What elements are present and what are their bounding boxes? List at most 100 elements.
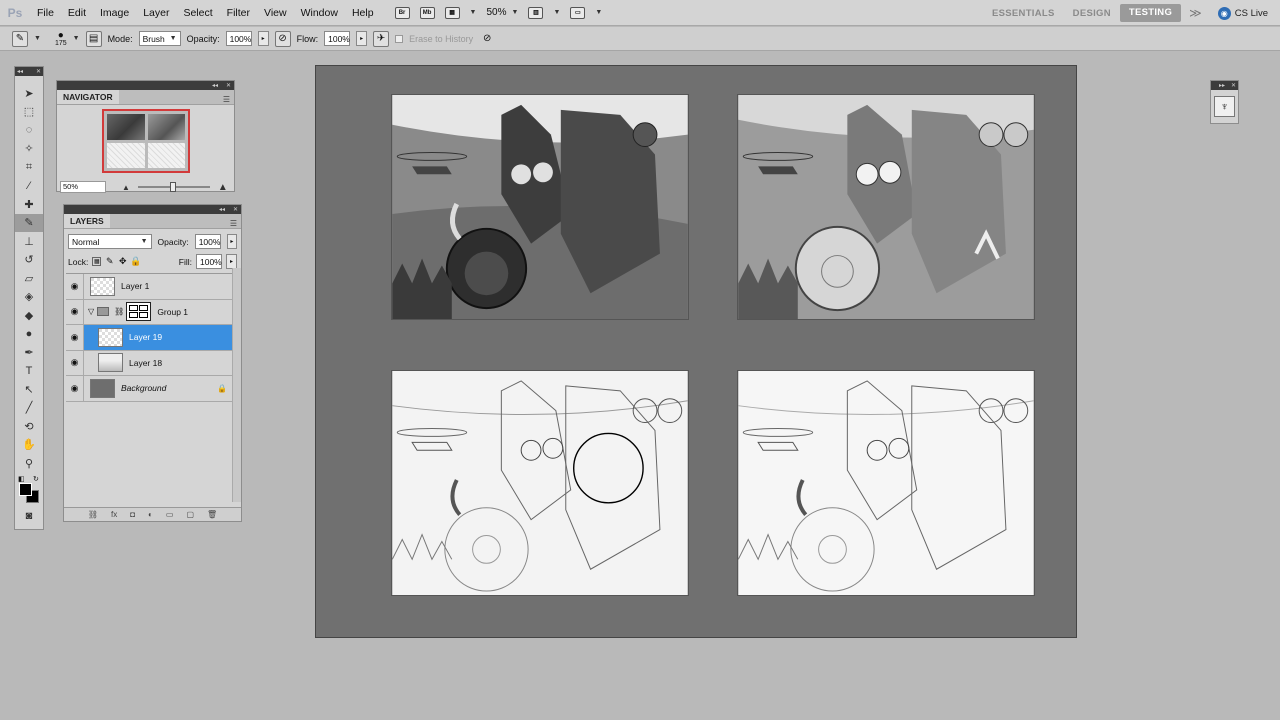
- layer-row-layer-1[interactable]: ◉ Layer 1: [66, 274, 239, 300]
- blend-mode-dropdown[interactable]: Normal ▼: [68, 234, 152, 249]
- navigator-tab[interactable]: NAVIGATOR: [57, 90, 119, 104]
- panel-menu-icon[interactable]: ☰: [230, 219, 241, 228]
- slider-handle[interactable]: [169, 182, 176, 192]
- layers-tab[interactable]: LAYERS: [64, 214, 110, 228]
- menu-filter[interactable]: Filter: [220, 7, 257, 19]
- screen-mode-icon[interactable]: ▭: [570, 6, 586, 19]
- zoom-in-icon[interactable]: ▲: [218, 182, 228, 193]
- collapsed-panel-header[interactable]: ▸▸ ✕: [1211, 81, 1238, 90]
- more-workspaces-icon[interactable]: ≫: [1181, 6, 1210, 20]
- workspace-design[interactable]: DESIGN: [1064, 8, 1120, 19]
- erase-to-history-checkbox[interactable]: [395, 34, 404, 43]
- quick-mask-icon[interactable]: ◙: [15, 507, 43, 526]
- history-brush-icon[interactable]: ♆: [1214, 96, 1235, 117]
- eraser-tool-icon[interactable]: ▱: [15, 269, 43, 288]
- view-extras-icon[interactable]: ▦: [444, 6, 460, 19]
- mini-bridge-button[interactable]: Mb: [419, 6, 435, 19]
- navigator-zoom-slider[interactable]: [137, 182, 210, 192]
- blur-tool-icon[interactable]: ◆: [15, 306, 43, 325]
- layer-opacity-input[interactable]: 100%: [194, 234, 221, 249]
- lock-all-icon[interactable]: 🔒: [130, 256, 141, 266]
- opacity-input[interactable]: 100%: [225, 31, 252, 46]
- document-canvas[interactable]: [315, 65, 1077, 638]
- tools-panel-header[interactable]: ◂◂ ✕: [15, 67, 43, 76]
- default-colors-icon[interactable]: ◧: [18, 475, 25, 483]
- chevron-down-icon[interactable]: ▼: [34, 35, 41, 42]
- menu-view[interactable]: View: [257, 7, 294, 19]
- menu-file[interactable]: File: [30, 7, 61, 19]
- pressure-opacity-icon[interactable]: ⊘: [274, 30, 291, 47]
- lock-transparency-icon[interactable]: ▦: [92, 257, 102, 266]
- chevron-down-icon[interactable]: ▼: [73, 35, 80, 42]
- layer-style-icon[interactable]: fx: [111, 510, 117, 519]
- visibility-eye-icon[interactable]: ◉: [68, 332, 82, 343]
- paint-bucket-tool-icon[interactable]: ◈: [15, 288, 43, 307]
- arrange-documents-icon[interactable]: ▥: [528, 6, 544, 19]
- airbrush-icon[interactable]: ✈: [373, 30, 390, 47]
- foreground-color-swatch[interactable]: [19, 482, 32, 496]
- hand-tool-icon[interactable]: ✋: [15, 436, 43, 455]
- navigator-preview[interactable]: [102, 109, 190, 173]
- brush-tool-icon[interactable]: ✎: [15, 213, 43, 232]
- zoom-tool-icon[interactable]: ⚲: [15, 454, 43, 473]
- workspace-testing[interactable]: TESTING: [1119, 4, 1182, 22]
- history-brush-tool-icon[interactable]: ↺: [15, 251, 43, 270]
- flow-input[interactable]: 100%: [324, 31, 351, 46]
- quick-select-tool-icon[interactable]: ✧: [15, 140, 43, 159]
- navigator-panel-header[interactable]: ◂◂ ✕: [57, 81, 234, 90]
- crop-tool-icon[interactable]: ⌗: [15, 158, 43, 177]
- menu-help[interactable]: Help: [345, 7, 381, 19]
- chevron-down-icon[interactable]: ▼: [470, 9, 477, 16]
- visibility-eye-icon[interactable]: ◉: [68, 306, 82, 317]
- bridge-button[interactable]: Br: [394, 6, 410, 19]
- layer-row-group-1[interactable]: ◉ ▽ ⛓ Group 1: [66, 299, 239, 325]
- fill-slider-toggle[interactable]: ▸: [226, 254, 237, 269]
- swap-colors-icon[interactable]: ↻: [33, 475, 39, 483]
- visibility-eye-icon[interactable]: ◉: [68, 357, 82, 368]
- pen-tool-icon[interactable]: ✒: [15, 343, 43, 362]
- pressure-size-icon[interactable]: ⊘: [479, 31, 495, 47]
- group-expand-chevron-icon[interactable]: ▽: [88, 307, 94, 316]
- add-mask-icon[interactable]: ◘: [130, 510, 135, 519]
- cs-live-button[interactable]: ◉ CS Live: [1210, 6, 1280, 20]
- chevron-down-icon[interactable]: ▼: [595, 9, 602, 16]
- dodge-tool-icon[interactable]: ●: [15, 325, 43, 344]
- chevron-down-icon[interactable]: ▼: [553, 9, 560, 16]
- panel-menu-icon[interactable]: ☰: [223, 95, 234, 104]
- brush-size-picker[interactable]: ● 175: [55, 30, 67, 47]
- fill-input[interactable]: 100%: [196, 254, 222, 269]
- move-tool-icon[interactable]: ➤: [15, 84, 43, 103]
- layer-row-layer-18[interactable]: ◉ Layer 18: [66, 350, 239, 376]
- navigator-zoom-input[interactable]: 50%: [60, 181, 106, 193]
- flow-slider-toggle[interactable]: ▸: [356, 31, 368, 46]
- layer-row-layer-19[interactable]: ◉ Layer 19: [66, 325, 239, 351]
- opacity-slider-toggle[interactable]: ▸: [257, 31, 269, 46]
- 3d-rotate-tool-icon[interactable]: ⟲: [15, 417, 43, 436]
- type-tool-icon[interactable]: T: [15, 362, 43, 381]
- layers-scrollbar[interactable]: [232, 268, 241, 502]
- zoom-out-icon[interactable]: ▲: [122, 183, 130, 192]
- menu-select[interactable]: Select: [176, 7, 219, 19]
- menu-edit[interactable]: Edit: [61, 7, 93, 19]
- path-selection-tool-icon[interactable]: ↖: [15, 380, 43, 399]
- new-layer-icon[interactable]: ▢: [186, 510, 194, 519]
- visibility-eye-icon[interactable]: ◉: [68, 383, 82, 394]
- workspace-essentials[interactable]: ESSENTIALS: [983, 8, 1064, 19]
- layers-panel-header[interactable]: ◂◂ ✕: [64, 205, 241, 214]
- menu-layer[interactable]: Layer: [136, 7, 176, 19]
- brush-panel-toggle-icon[interactable]: ▤: [85, 30, 102, 47]
- adjustment-layer-icon[interactable]: ◐: [148, 510, 153, 519]
- menu-image[interactable]: Image: [93, 7, 136, 19]
- delete-layer-icon[interactable]: 🗑: [207, 510, 217, 519]
- lock-position-icon[interactable]: ✥: [118, 256, 127, 266]
- brush-tool-preset-icon[interactable]: ✎: [12, 30, 28, 47]
- zoom-level-dropdown[interactable]: 50% ▼: [486, 7, 518, 18]
- lasso-tool-icon[interactable]: ◌: [15, 121, 43, 140]
- visibility-eye-icon[interactable]: ◉: [68, 281, 82, 292]
- healing-brush-tool-icon[interactable]: ✚: [15, 195, 43, 214]
- lock-image-icon[interactable]: ✎: [105, 256, 114, 266]
- layer-mask-thumbnail[interactable]: [126, 302, 152, 322]
- clone-stamp-tool-icon[interactable]: ⊥: [15, 232, 43, 251]
- layer-row-background[interactable]: ◉ Background 🔒: [66, 376, 239, 402]
- new-group-icon[interactable]: ▭: [166, 510, 174, 519]
